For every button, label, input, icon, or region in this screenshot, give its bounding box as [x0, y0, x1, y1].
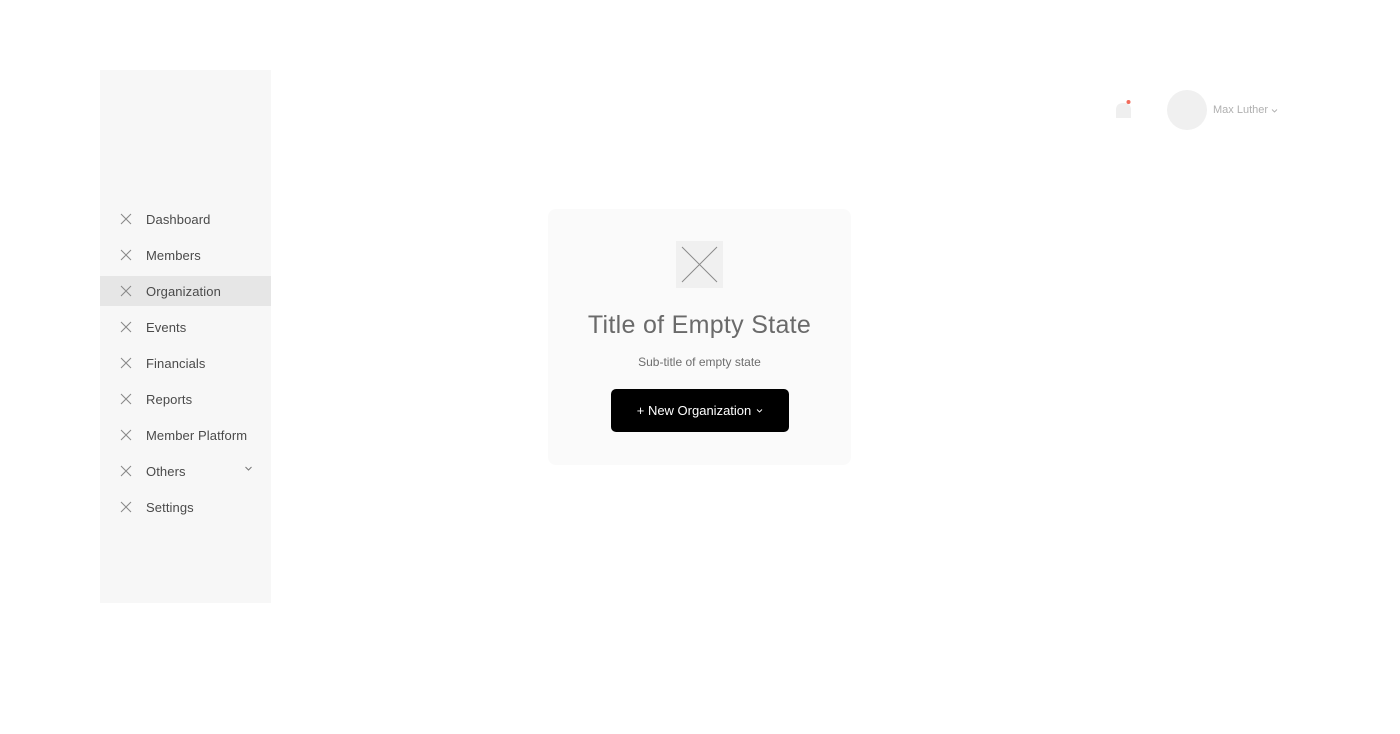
- empty-state-card: Title of Empty State Sub-title of empty …: [548, 209, 851, 465]
- placeholder-x-icon: [120, 249, 132, 261]
- placeholder-x-icon: [120, 501, 132, 513]
- user-name: Max Luther: [1213, 104, 1269, 116]
- notification-dot: [1126, 100, 1131, 104]
- sidebar-item-settings[interactable]: Settings: [100, 492, 271, 522]
- placeholder-x-icon: [120, 357, 132, 369]
- user-menu[interactable]: Max Luther: [1213, 104, 1278, 116]
- placeholder-x-icon: [120, 213, 132, 225]
- sidebar-item-label: Settings: [146, 499, 194, 515]
- empty-state-subtitle: Sub-title of empty state: [638, 355, 761, 369]
- placeholder-x-icon: [120, 429, 132, 441]
- sidebar-nav: Dashboard Members Organization Events Fi…: [100, 204, 271, 528]
- placeholder-x-icon: [120, 285, 132, 297]
- placeholder-x-icon: [120, 393, 132, 405]
- chevron-down-icon[interactable]: [244, 464, 253, 473]
- sidebar-item-members[interactable]: Members: [100, 240, 271, 270]
- chevron-down-icon: [1271, 108, 1278, 113]
- sidebar-item-financials[interactable]: Financials: [100, 348, 271, 378]
- bell-icon[interactable]: [1113, 98, 1134, 120]
- new-organization-button[interactable]: + New Organization: [611, 389, 789, 432]
- new-organization-button-label: + New Organization: [636, 403, 752, 418]
- avatar[interactable]: [1167, 90, 1207, 130]
- sidebar-item-member-platform[interactable]: Member Platform: [100, 420, 271, 450]
- sidebar-item-label: Member Platform: [146, 427, 248, 443]
- sidebar-item-others[interactable]: Others: [100, 456, 271, 486]
- sidebar: Dashboard Members Organization Events Fi…: [100, 70, 271, 603]
- sidebar-item-label: Others: [146, 463, 186, 479]
- sidebar-item-label: Reports: [146, 391, 193, 407]
- sidebar-item-organization[interactable]: Organization: [100, 276, 271, 306]
- empty-state-title: Title of Empty State: [587, 311, 812, 339]
- sidebar-item-label: Events: [146, 319, 187, 335]
- sidebar-item-label: Financials: [146, 355, 206, 371]
- sidebar-item-label: Organization: [146, 283, 221, 299]
- sidebar-item-label: Dashboard: [146, 211, 211, 227]
- sidebar-item-events[interactable]: Events: [100, 312, 271, 342]
- placeholder-x-icon: [120, 321, 132, 333]
- sidebar-item-reports[interactable]: Reports: [100, 384, 271, 414]
- placeholder-x-icon: [120, 465, 132, 477]
- sidebar-item-dashboard[interactable]: Dashboard: [100, 204, 271, 234]
- placeholder-x-icon: [676, 241, 723, 288]
- sidebar-item-label: Members: [146, 247, 201, 263]
- chevron-down-icon: [756, 409, 763, 413]
